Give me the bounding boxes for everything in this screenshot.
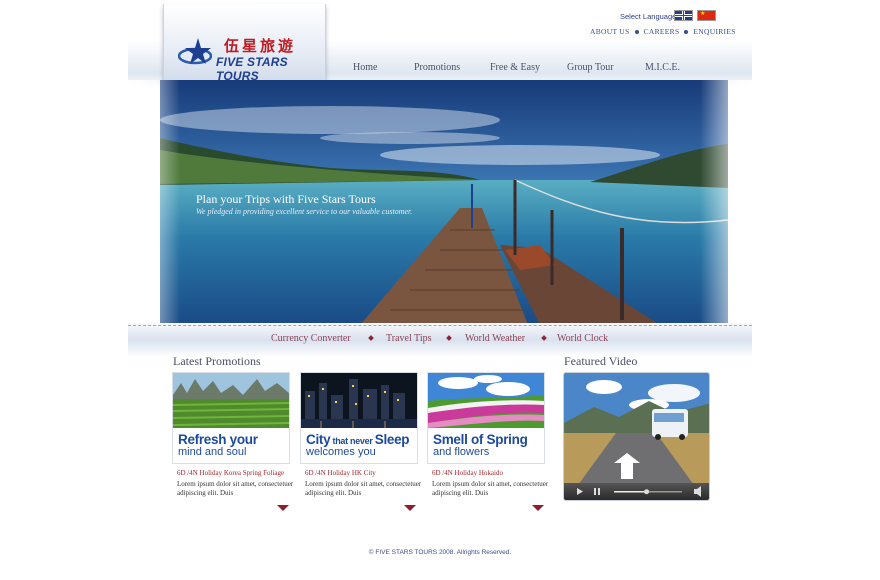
promo-image-tea-field — [173, 373, 289, 428]
chevron-down-icon[interactable] — [532, 505, 544, 511]
video-frame-road-bus — [564, 373, 709, 485]
promo-package-title[interactable]: 6D /4N Holiday Hokaido — [432, 469, 503, 477]
hero-title: Plan your Trips with Five Stars Tours — [196, 192, 376, 206]
latest-promotions-heading: Latest Promotions — [173, 354, 261, 368]
nav-home[interactable]: Home — [353, 62, 377, 73]
promo-card-korea[interactable]: Refresh your mind and soul — [172, 372, 290, 464]
brand-name-en: FIVE STARS TOURS — [216, 55, 288, 83]
promo-description: Lorem ipsum dolor sit amet, consectetuer… — [305, 480, 422, 497]
promo-headline: City that never Sleep — [306, 432, 410, 447]
hero-subtitle: We pledged in providing excellent servic… — [196, 207, 413, 216]
promo-card-hk[interactable]: City that never Sleep welcomes you — [300, 372, 418, 464]
link-travel-tips[interactable]: Travel Tips — [386, 333, 432, 344]
volume-icon[interactable] — [694, 486, 701, 497]
uk-flag-icon[interactable] — [674, 10, 693, 21]
video-progress-fill — [614, 491, 647, 493]
promo-headline: Refresh your — [178, 432, 258, 447]
promo-headline: Smell of Spring — [433, 432, 528, 447]
promo-tagline: and flowers — [433, 446, 490, 458]
promo-headline-part: Sleep — [374, 432, 410, 447]
link-about-us[interactable]: ABOUT US — [590, 27, 630, 36]
select-language-label: Select Language — [620, 12, 677, 21]
promo-card-hokaido[interactable]: Smell of Spring and flowers — [427, 372, 545, 464]
promo-tagline: welcomes you — [306, 446, 376, 458]
nav-promotions[interactable]: Promotions — [414, 62, 460, 73]
promo-description: Lorem ipsum dolor sit amet, consectetuer… — [432, 480, 549, 497]
featured-video-heading: Featured Video — [564, 354, 638, 368]
brand-name-cn: 伍星旅遊 — [224, 37, 297, 55]
link-currency-converter[interactable]: Currency Converter — [271, 333, 351, 344]
nav-group-tour[interactable]: Group Tour — [567, 62, 614, 73]
link-world-weather[interactable]: World Weather — [465, 333, 525, 344]
pause-icon[interactable] — [594, 488, 600, 495]
top-links: ABOUT US CAREERS ENQUIRIES — [590, 27, 736, 36]
play-icon[interactable] — [577, 488, 583, 495]
star-logo-icon — [178, 38, 212, 65]
nav-free-easy[interactable]: Free & Easy — [490, 62, 540, 73]
promo-image-flower-field — [428, 373, 544, 428]
separator-dot — [684, 29, 689, 34]
sub-links-band — [128, 323, 752, 357]
video-controls — [564, 483, 709, 500]
video-scrubber-handle[interactable] — [644, 489, 650, 495]
promo-headline-part: City — [306, 432, 331, 447]
link-enquiries[interactable]: ENQUIRIES — [693, 27, 735, 36]
nav-mice[interactable]: M.I.C.E. — [645, 62, 680, 73]
promo-description: Lorem ipsum dolor sit amet, consectetuer… — [177, 480, 294, 497]
promo-package-title[interactable]: 6D /4N Holiday Korea Spring Foliage — [177, 469, 284, 477]
featured-video-player[interactable] — [563, 372, 710, 501]
promo-headline-part: that never — [330, 436, 375, 446]
footer-copyright: © FIVE STARS TOURS 2008. Allrights Reser… — [368, 549, 512, 556]
promo-image-city-night — [301, 373, 417, 428]
separator-dot — [634, 29, 639, 34]
chevron-down-icon[interactable] — [277, 505, 289, 511]
promo-tagline: mind and soul — [178, 446, 247, 458]
china-flag-icon[interactable]: ★ — [697, 10, 716, 21]
link-careers[interactable]: CAREERS — [644, 27, 680, 36]
chevron-down-icon[interactable] — [404, 505, 416, 511]
promo-package-title[interactable]: 6D /4N Holiday HK City — [305, 469, 376, 477]
link-world-clock[interactable]: World Clock — [557, 333, 608, 344]
